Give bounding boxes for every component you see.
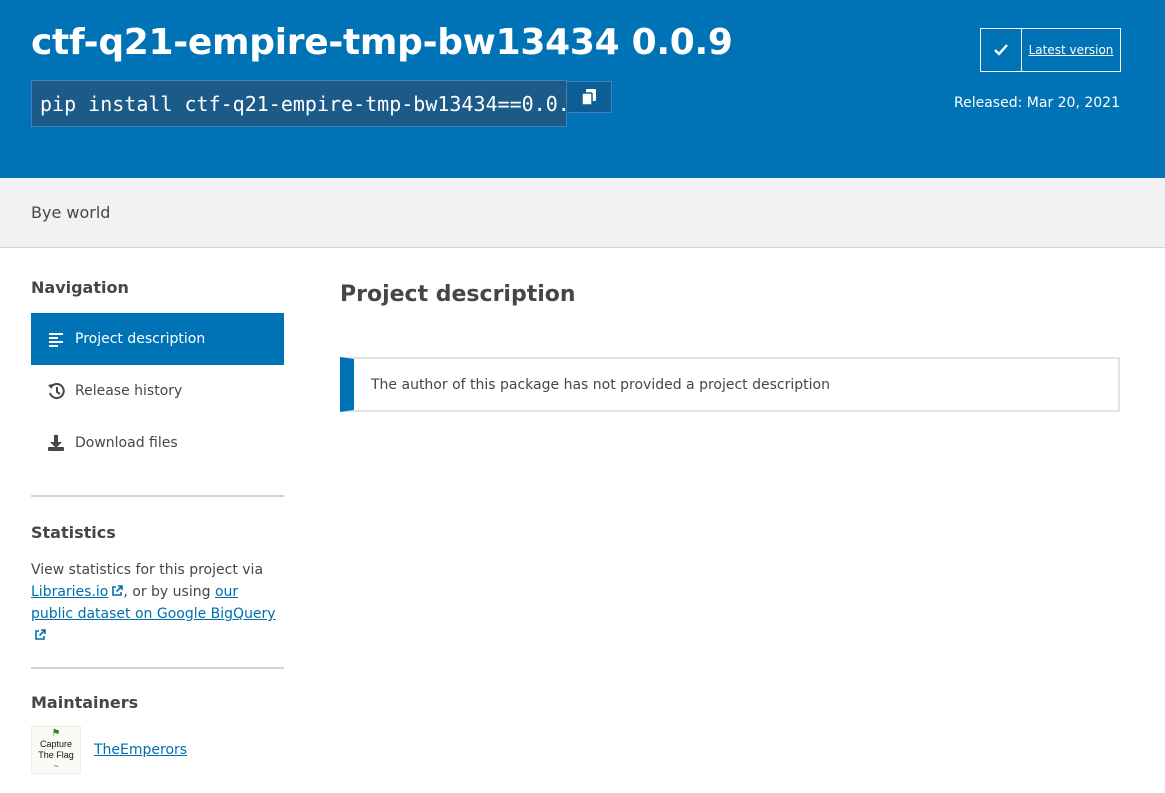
- nav-item-download-files[interactable]: Download files: [31, 417, 284, 469]
- history-icon: [48, 383, 65, 400]
- copy-button[interactable]: [566, 81, 612, 113]
- avatar-text: Capture: [39, 739, 73, 749]
- nav-item-label: Download files: [75, 435, 178, 451]
- avatar[interactable]: ⚑ Capture The Flag ~: [31, 726, 81, 774]
- align-left-icon: [49, 333, 63, 347]
- no-description-callout: The author of this package has not provi…: [340, 357, 1120, 412]
- nav-item-label: Project description: [75, 331, 206, 347]
- statistics-heading: Statistics: [31, 523, 116, 542]
- callout-text: The author of this package has not provi…: [371, 376, 830, 393]
- external-link-icon: [35, 629, 46, 640]
- latest-version-badge[interactable]: Latest version: [980, 28, 1121, 72]
- released-label: Released:: [954, 95, 1023, 111]
- libraries-io-label: Libraries.io: [31, 584, 109, 600]
- maintainer-link[interactable]: TheEmperors: [94, 742, 187, 758]
- package-version: 0.0.9: [631, 22, 733, 63]
- package-summary: Bye world: [31, 203, 111, 222]
- statistics-conjunction: , or by using: [123, 584, 211, 600]
- check-icon: [994, 44, 1008, 56]
- main-content: Project description The author of this p…: [340, 282, 1120, 412]
- avatar-signature: ~: [53, 761, 59, 771]
- latest-check-wrap: [981, 29, 1022, 71]
- download-icon: [48, 435, 64, 451]
- nav-item-release-history[interactable]: Release history: [31, 365, 284, 417]
- package-title: ctf-q21-empire-tmp-bw13434 0.0.9: [31, 22, 733, 63]
- package-name: ctf-q21-empire-tmp-bw13434: [31, 22, 620, 63]
- sidebar-nav: Project description Release history Down…: [31, 313, 284, 469]
- sidebar-divider: [31, 495, 284, 497]
- statistics-section: Statistics View statistics for this proj…: [31, 523, 284, 647]
- nav-item-label: Release history: [75, 383, 183, 399]
- project-description-heading: Project description: [340, 282, 576, 307]
- package-header: ctf-q21-empire-tmp-bw13434 0.0.9 pip ins…: [0, 0, 1165, 178]
- latest-version-link[interactable]: Latest version: [1022, 29, 1120, 71]
- flag-icon: ⚑: [51, 728, 61, 739]
- avatar-text: The Flag: [38, 750, 74, 760]
- released-date-value: Mar 20, 2021: [1026, 95, 1120, 111]
- maintainers-heading: Maintainers: [31, 693, 139, 712]
- statistics-text: View statistics for this project via Libr…: [31, 559, 284, 647]
- release-date: Released: Mar 20, 2021: [954, 95, 1120, 111]
- sidebar-divider: [31, 667, 284, 669]
- maintainers-section: Maintainers ⚑ Capture The Flag ~ TheEmpe…: [31, 693, 284, 774]
- maintainer-item: ⚑ Capture The Flag ~ TheEmperors: [31, 726, 284, 774]
- copy-icon: [582, 89, 596, 105]
- sidebar: Navigation Project description Release h…: [31, 278, 284, 793]
- external-link-icon: [112, 585, 124, 596]
- navigation-heading: Navigation: [31, 278, 129, 297]
- nav-item-project-description[interactable]: Project description: [31, 313, 284, 365]
- libraries-io-link[interactable]: Libraries.io: [31, 584, 124, 600]
- pip-install-command[interactable]: pip install ctf-q21-empire-tmp-bw13434==…: [31, 80, 567, 127]
- package-summary-bar: Bye world: [0, 178, 1165, 248]
- statistics-intro: View statistics for this project via: [31, 562, 264, 578]
